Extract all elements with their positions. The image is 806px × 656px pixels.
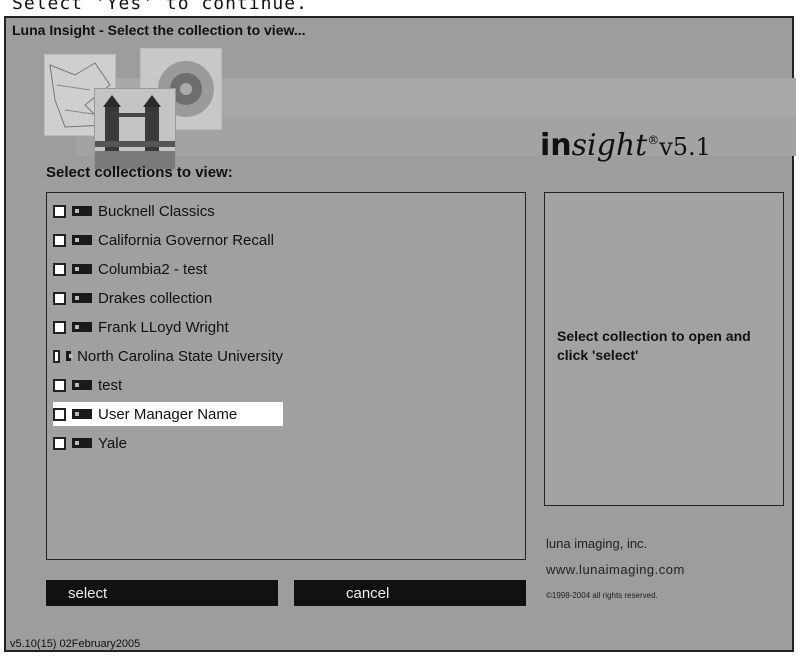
- checkbox[interactable]: [53, 291, 66, 305]
- checkbox[interactable]: [53, 262, 66, 276]
- collections-heading: Select collections to view:: [46, 164, 233, 181]
- checkbox[interactable]: [53, 233, 66, 247]
- collection-icon: [72, 235, 92, 245]
- list-item[interactable]: Frank LLoyd Wright: [53, 315, 283, 339]
- list-item[interactable]: Bucknell Classics: [53, 199, 283, 223]
- collections-list[interactable]: Bucknell Classics California Governor Re…: [46, 192, 526, 560]
- checkbox[interactable]: [53, 378, 66, 392]
- list-item[interactable]: California Governor Recall: [53, 228, 283, 252]
- checkbox[interactable]: [53, 436, 66, 450]
- top-caption: Select 'Yes' to continue.: [12, 0, 308, 14]
- list-item[interactable]: test: [53, 373, 283, 397]
- collection-icon: [65, 351, 73, 361]
- cancel-button[interactable]: cancel: [294, 580, 526, 606]
- list-item[interactable]: Columbia2 - test: [53, 257, 283, 281]
- select-button[interactable]: select: [46, 580, 278, 606]
- tower-bridge-thumbnail: [94, 88, 176, 170]
- dialog-window: Luna Insight - Select the collection to …: [4, 16, 796, 652]
- collection-icon: [72, 409, 92, 419]
- version-string: v5.10(15) 02February2005: [10, 638, 141, 650]
- checkbox[interactable]: [53, 407, 66, 421]
- checkbox[interactable]: [53, 320, 66, 334]
- collection-icon: [72, 293, 92, 303]
- company-website[interactable]: www.lunaimaging.com: [546, 562, 685, 577]
- window-title: Luna Insight - Select the collection to …: [12, 22, 306, 38]
- checkbox[interactable]: [53, 349, 60, 363]
- collection-icon: [72, 380, 92, 390]
- company-name: luna imaging, inc.: [546, 536, 648, 551]
- info-instructions: Select collection to open and click 'sel…: [557, 328, 751, 363]
- list-item-highlighted[interactable]: User Manager Name: [53, 402, 283, 426]
- list-item[interactable]: Drakes collection: [53, 286, 283, 310]
- collection-icon: [72, 264, 92, 274]
- copyright-notice: ©1998-2004 all rights reserved.: [546, 591, 658, 600]
- header-image-collage: [44, 48, 234, 170]
- checkbox[interactable]: [53, 204, 66, 218]
- list-item[interactable]: North Carolina State University: [53, 344, 283, 368]
- collection-icon: [72, 438, 92, 448]
- collection-info-panel: Select collection to open and click 'sel…: [544, 192, 784, 506]
- insight-logo: insight®v5.1: [540, 128, 711, 163]
- collection-icon: [72, 322, 92, 332]
- collection-icon: [72, 206, 92, 216]
- list-item[interactable]: Yale: [53, 431, 283, 455]
